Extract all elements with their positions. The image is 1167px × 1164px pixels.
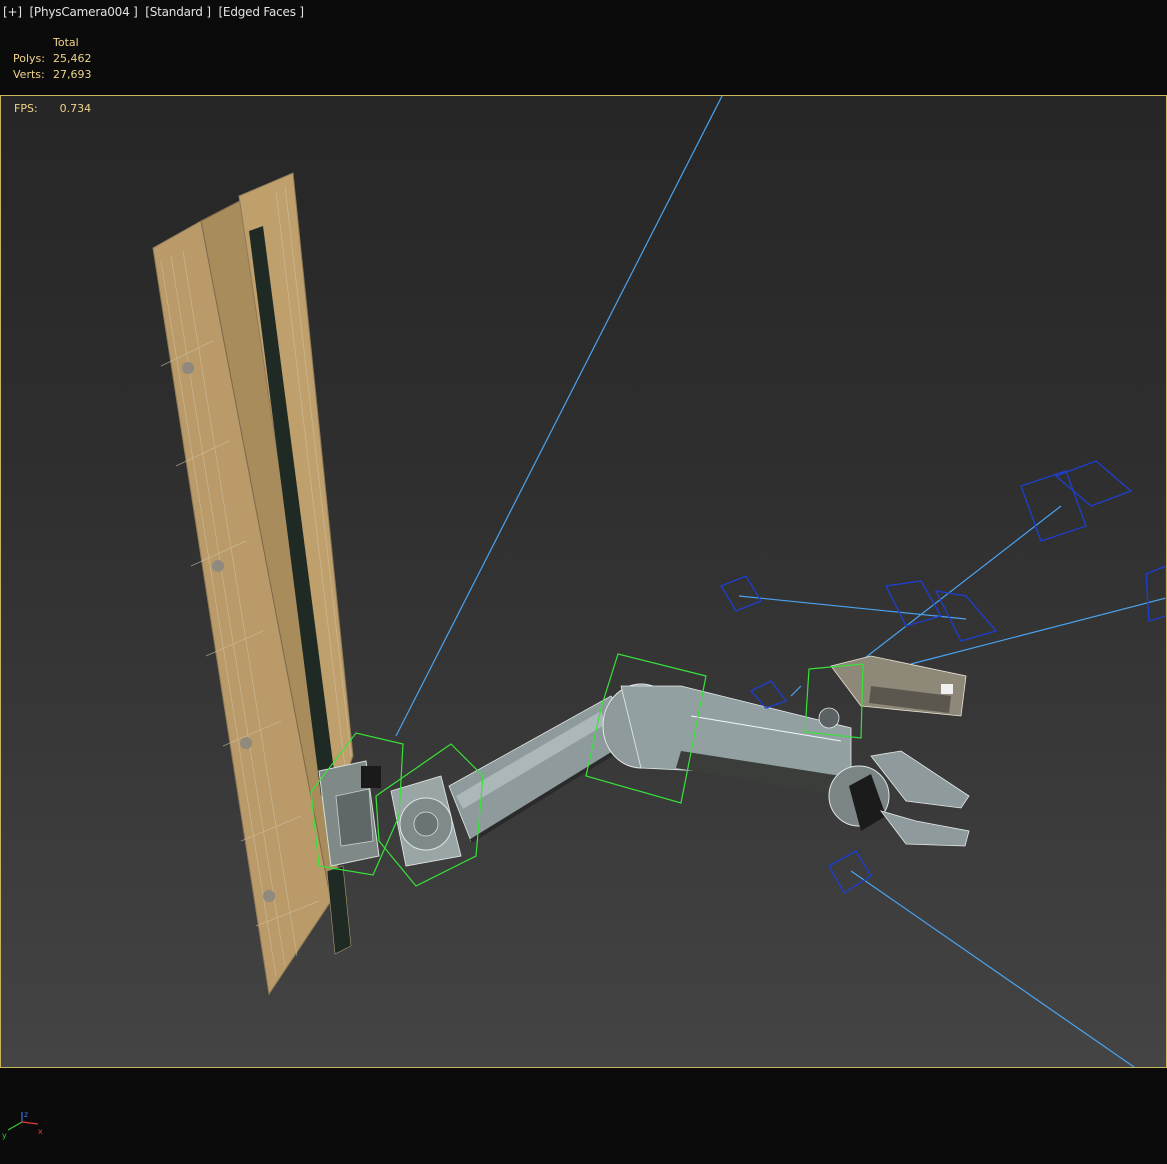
viewport-shading-menu[interactable]: [Standard ] — [145, 5, 211, 19]
arm-tool-tray[interactable] — [818, 655, 967, 729]
axis-tripod-gizmo: z y x — [2, 1110, 43, 1140]
stats-polys-label: Polys: — [13, 52, 45, 65]
camera-viewport[interactable]: FPS: 0.734 — [0, 95, 1167, 1068]
stats-polys-value: 25,462 — [53, 52, 92, 65]
wall-column-model[interactable] — [152, 172, 354, 996]
robot-upper-arm[interactable] — [602, 683, 852, 796]
viewport-camera-menu[interactable]: [PhysCamera004 ] — [29, 5, 137, 19]
axis-x-label: x — [38, 1127, 43, 1136]
axis-z-label: z — [24, 1110, 28, 1119]
stats-verts-label: Verts: — [13, 68, 45, 81]
axis-y-label: y — [2, 1131, 7, 1140]
scene-render[interactable] — [1, 96, 1166, 1067]
viewport-menu-plus[interactable]: [+] — [3, 5, 22, 19]
viewport-display-menu[interactable]: [Edged Faces ] — [218, 5, 304, 19]
stats-verts-value: 27,693 — [53, 68, 92, 81]
camera-target-lines — [395, 96, 1166, 1067]
stats-total-header: Total — [53, 36, 79, 49]
viewport-label[interactable]: [+] [PhysCamera004 ] [Standard ] [Edged … — [3, 5, 308, 19]
